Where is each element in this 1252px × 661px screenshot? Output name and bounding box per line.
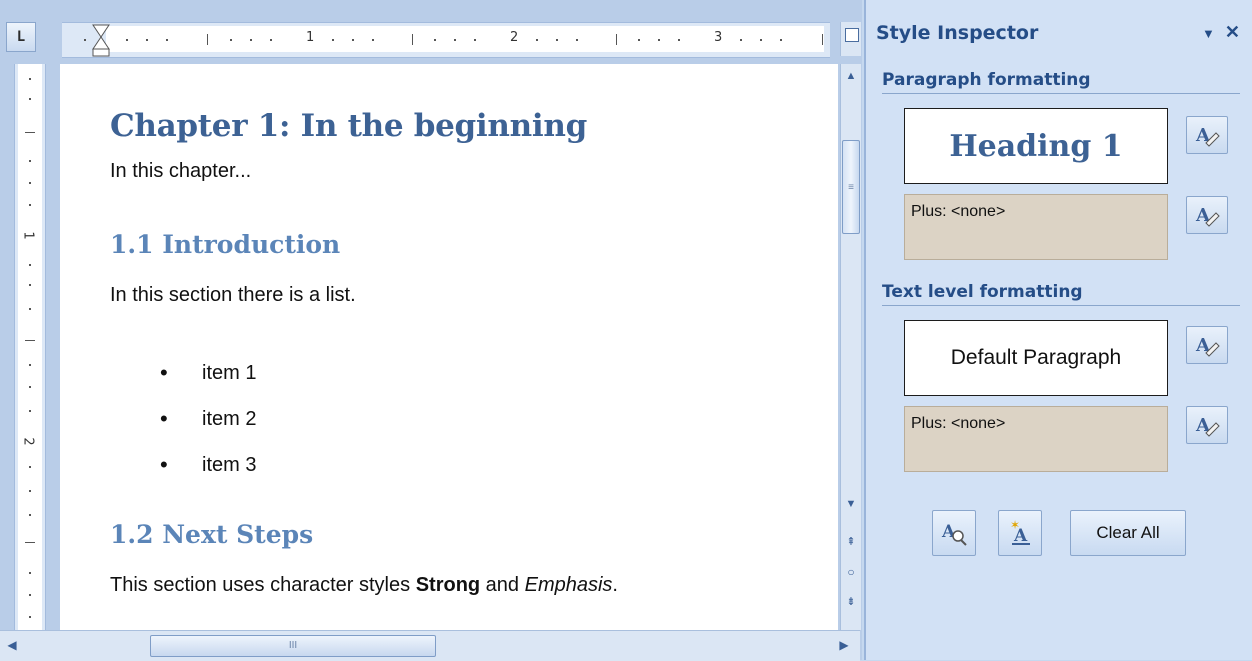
text-run: . — [612, 574, 618, 596]
select-browse-object-icon[interactable]: ○ — [843, 564, 859, 580]
text-plus-box[interactable]: Plus: <none> — [904, 406, 1168, 472]
tab-selector-button[interactable]: L — [6, 22, 36, 52]
reset-style-icon: A — [1195, 205, 1220, 227]
text-style-box[interactable]: Default Paragraph — [904, 320, 1168, 396]
list-item[interactable]: item 2 — [160, 396, 256, 442]
paragraph-formatting-heading: Paragraph formatting — [882, 70, 1240, 94]
clear-all-button[interactable]: Clear All — [1070, 510, 1186, 556]
next-steps-text[interactable]: This section uses character styles Stron… — [110, 574, 618, 597]
view-ruler-icon — [845, 28, 859, 42]
reveal-formatting-icon: A — [941, 522, 967, 546]
vertical-ruler[interactable]: 1 2 — [14, 64, 46, 630]
pane-controls: ▼ ✕ — [1192, 22, 1240, 43]
close-icon[interactable]: ✕ — [1225, 22, 1240, 42]
next-page-icon[interactable]: ⇟ — [843, 594, 859, 610]
list-item[interactable]: item 1 — [160, 350, 256, 396]
horizontal-scrollbar[interactable]: ◀ III ▶ — [0, 630, 860, 661]
ruler-number: 1 — [306, 30, 315, 45]
clear-text-formatting-button[interactable]: A — [1186, 406, 1228, 444]
document-area: L 1 2 3 1 2 Chapter 1: In the beginning … — [0, 0, 862, 661]
section-heading-introduction[interactable]: 1.1 Introduction — [110, 230, 340, 259]
scroll-right-icon[interactable]: ▶ — [836, 637, 852, 653]
reset-paragraph-style-button[interactable]: A — [1186, 116, 1228, 154]
reset-style-icon: A — [1195, 125, 1220, 147]
strong-text: Strong — [415, 574, 481, 596]
reset-style-icon: A — [1195, 415, 1220, 437]
horizontal-scroll-thumb[interactable]: III — [150, 635, 436, 657]
view-ruler-button[interactable] — [840, 22, 861, 56]
chapter-intro-text[interactable]: In this chapter... — [110, 160, 251, 183]
section-heading-next-steps[interactable]: 1.2 Next Steps — [110, 520, 313, 549]
paragraph-style-box[interactable]: Heading 1 — [904, 108, 1168, 184]
reset-style-icon: A — [1195, 335, 1220, 357]
previous-page-icon[interactable]: ⇞ — [843, 534, 859, 550]
ruler-number: 1 — [20, 231, 36, 240]
text-level-formatting-heading: Text level formatting — [882, 282, 1240, 306]
text-run: This section uses character styles — [110, 574, 416, 596]
horizontal-ruler[interactable]: 1 2 3 — [62, 22, 830, 58]
document-page[interactable]: Chapter 1: In the beginning In this chap… — [60, 64, 838, 630]
reveal-formatting-button[interactable]: A — [932, 510, 976, 556]
vertical-scroll-thumb[interactable]: ≡ — [842, 140, 860, 234]
new-style-button[interactable]: ✶ A — [998, 510, 1042, 556]
vertical-scrollbar[interactable]: ▲ ≡ ▼ ⇞ ○ ⇟ — [840, 64, 861, 630]
chapter-heading[interactable]: Chapter 1: In the beginning — [110, 108, 587, 144]
ruler-number: 2 — [510, 30, 519, 45]
ruler-number: 3 — [714, 30, 723, 45]
style-inspector-pane: Style Inspector ▼ ✕ Paragraph formatting … — [864, 0, 1252, 660]
list-item[interactable]: item 3 — [160, 442, 256, 488]
scroll-down-icon[interactable]: ▼ — [843, 496, 859, 512]
scroll-left-icon[interactable]: ◀ — [4, 637, 20, 653]
scroll-up-icon[interactable]: ▲ — [843, 68, 859, 84]
paragraph-plus-box[interactable]: Plus: <none> — [904, 194, 1168, 260]
pane-dropdown-icon[interactable]: ▼ — [1202, 26, 1215, 41]
pane-title: Style Inspector — [876, 22, 1039, 44]
text-run: and — [480, 574, 525, 596]
vertical-ruler-ticks — [25, 78, 35, 618]
reset-text-style-button[interactable]: A — [1186, 326, 1228, 364]
clear-paragraph-formatting-button[interactable]: A — [1186, 196, 1228, 234]
emphasis-text: Emphasis — [524, 574, 613, 596]
new-style-icon: ✶ A — [1010, 519, 1030, 546]
bullet-list: item 1 item 2 item 3 — [160, 350, 256, 488]
section-intro-text[interactable]: In this section there is a list. — [110, 284, 356, 307]
ruler-number: 2 — [20, 437, 36, 446]
